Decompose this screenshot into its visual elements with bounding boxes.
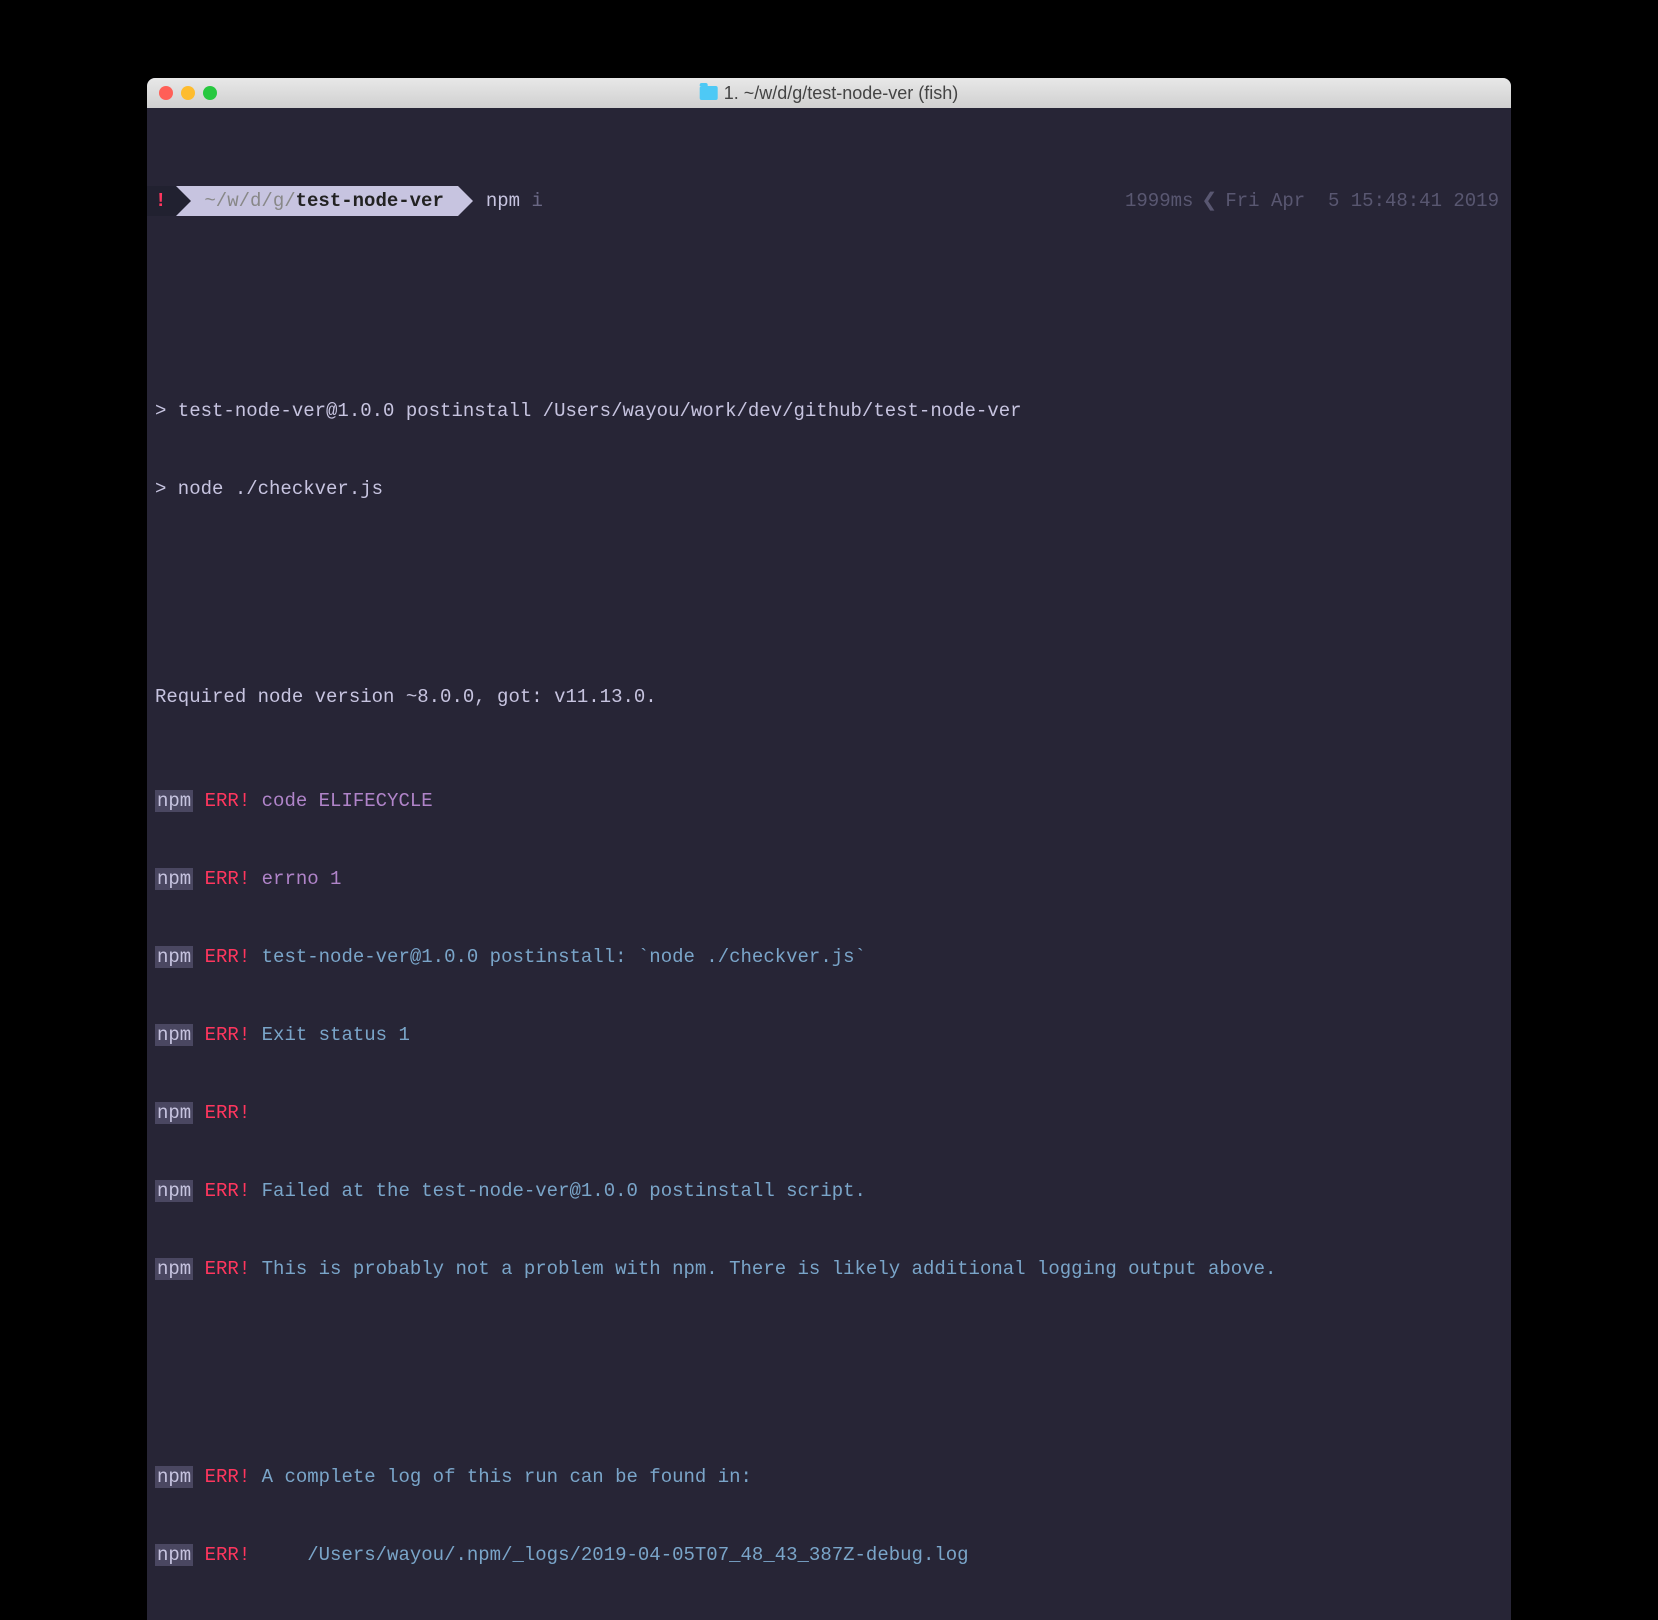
err-text: errno 1: [250, 868, 341, 890]
close-button[interactable]: [159, 86, 173, 100]
err-text: Failed at the test-node-ver@1.0.0 postin…: [250, 1180, 866, 1202]
err-text: Exit status 1: [250, 1024, 410, 1046]
duration: 1999ms: [1125, 188, 1193, 214]
traffic-lights: [159, 86, 217, 100]
folder-icon: [700, 86, 718, 100]
maximize-button[interactable]: [203, 86, 217, 100]
npm-err-line: npm ERR! errno 1: [147, 866, 1511, 892]
output-line: > test-node-ver@1.0.0 postinstall /Users…: [147, 398, 1511, 424]
window-title-area: 1. ~/w/d/g/test-node-ver (fish): [700, 83, 959, 104]
err-label: ERR!: [193, 790, 250, 812]
err-text: test-node-ver@1.0.0 postinstall: `node .…: [250, 946, 866, 968]
err-text: code ELIFECYCLE: [250, 790, 432, 812]
npm-err-line: npm ERR! /Users/wayou/.npm/_logs/2019-04…: [147, 1542, 1511, 1568]
npm-label: npm: [155, 946, 193, 968]
prompt-left: ! ~/w/d/g/test-node-ver npm i: [147, 186, 543, 216]
err-label: ERR!: [193, 946, 250, 968]
path-dim: ~/w/d/g/: [204, 190, 295, 212]
output-line: Required node version ~8.0.0, got: v11.1…: [147, 684, 1511, 710]
output-line: > node ./checkver.js: [147, 476, 1511, 502]
err-label: ERR!: [193, 1180, 250, 1202]
npm-err-line: npm ERR! code ELIFECYCLE: [147, 788, 1511, 814]
minimize-button[interactable]: [181, 86, 195, 100]
npm-label: npm: [155, 1180, 193, 1202]
status-exclaim: !: [147, 186, 176, 216]
cmd-arg: i: [520, 190, 543, 212]
npm-label: npm: [155, 868, 193, 890]
npm-label: npm: [155, 1102, 193, 1124]
angle-icon: ❮: [1201, 188, 1217, 214]
terminal-body[interactable]: ! ~/w/d/g/test-node-ver npm i 1999ms ❮ F…: [147, 108, 1511, 1620]
npm-err-line: npm ERR! test-node-ver@1.0.0 postinstall…: [147, 944, 1511, 970]
npm-err-line: npm ERR!: [147, 1100, 1511, 1126]
err-label: ERR!: [193, 1258, 250, 1280]
err-label: ERR!: [193, 1466, 250, 1488]
cmd-npm: npm: [486, 190, 520, 212]
err-text: /Users/wayou/.npm/_logs/2019-04-05T07_48…: [250, 1544, 968, 1566]
prompt-row-1: ! ~/w/d/g/test-node-ver npm i 1999ms ❮ F…: [147, 186, 1511, 216]
npm-label: npm: [155, 1258, 193, 1280]
err-text: A complete log of this run can be found …: [250, 1466, 752, 1488]
npm-err-line: npm ERR! This is probably not a problem …: [147, 1256, 1511, 1282]
npm-err-line: npm ERR! A complete log of this run can …: [147, 1464, 1511, 1490]
err-label: ERR!: [193, 1024, 250, 1046]
npm-label: npm: [155, 1544, 193, 1566]
npm-label: npm: [155, 790, 193, 812]
err-label: ERR!: [193, 1102, 250, 1124]
npm-label: npm: [155, 1466, 193, 1488]
prompt-right: 1999ms ❮ Fri Apr 5 15:48:41 2019: [1125, 188, 1511, 214]
npm-err-line: npm ERR! Exit status 1: [147, 1022, 1511, 1048]
npm-err-line: npm ERR! Failed at the test-node-ver@1.0…: [147, 1178, 1511, 1204]
err-text: This is probably not a problem with npm.…: [250, 1258, 1276, 1280]
titlebar: 1. ~/w/d/g/test-node-ver (fish): [147, 78, 1511, 108]
npm-label: npm: [155, 1024, 193, 1046]
timestamp: Fri Apr 5 15:48:41 2019: [1225, 188, 1499, 214]
prompt-path: ~/w/d/g/test-node-ver: [176, 186, 457, 216]
window-title: 1. ~/w/d/g/test-node-ver (fish): [724, 83, 959, 104]
terminal-window: 1. ~/w/d/g/test-node-ver (fish) ! ~/w/d/…: [147, 78, 1511, 1620]
err-label: ERR!: [193, 1544, 250, 1566]
path-bold: test-node-ver: [296, 190, 444, 212]
err-label: ERR!: [193, 868, 250, 890]
